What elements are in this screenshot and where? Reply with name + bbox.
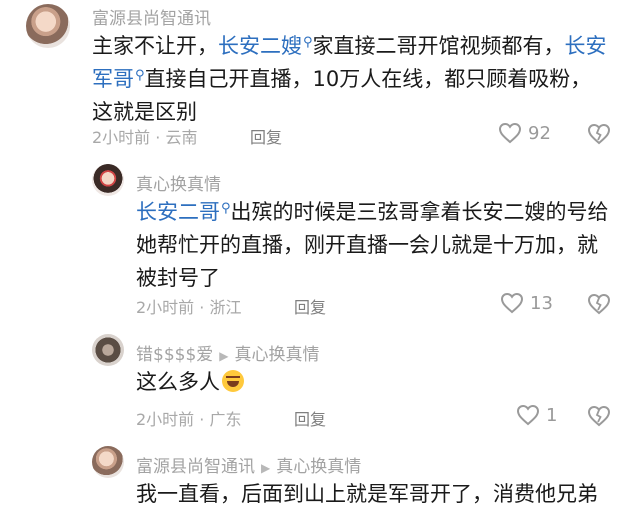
comment-author-line: 错$$$$爱 ▶ 真心换真情 bbox=[136, 340, 320, 365]
text-segment: 主家不让开， bbox=[92, 34, 218, 58]
avatar[interactable] bbox=[92, 164, 124, 196]
right-triangle-icon: ▶ bbox=[219, 349, 229, 363]
text-segment: 直接自己开直播，10万人在线，都只顾着吸粉，这就是区别 bbox=[92, 67, 592, 124]
comment-author-line: 富源县尚智通讯 ▶ 真心换真情 bbox=[136, 452, 361, 477]
reply-target[interactable]: 真心换真情 bbox=[276, 457, 361, 477]
avatar[interactable] bbox=[92, 446, 124, 478]
search-icon: ⚲ bbox=[303, 35, 313, 50]
search-icon: ⚲ bbox=[135, 68, 145, 83]
avatar[interactable] bbox=[92, 334, 124, 366]
broken-heart-icon[interactable] bbox=[587, 293, 611, 315]
heart-icon bbox=[500, 292, 524, 314]
hashtag-link[interactable]: 长安二哥⚲ bbox=[136, 200, 231, 224]
avatar[interactable] bbox=[26, 4, 70, 48]
right-triangle-icon: ▶ bbox=[261, 461, 271, 475]
comment-text: 我一直看，后面到山上就是军哥开了，消费他兄弟 bbox=[136, 482, 598, 506]
like-button[interactable]: 92 bbox=[498, 122, 551, 144]
broken-heart-icon[interactable] bbox=[587, 405, 611, 427]
like-button[interactable]: 1 bbox=[516, 404, 557, 426]
reply-target[interactable]: 真心换真情 bbox=[235, 345, 320, 365]
heart-icon bbox=[516, 404, 540, 426]
comment-author[interactable]: 错$$$$爱 bbox=[136, 345, 213, 365]
like-count: 1 bbox=[546, 404, 558, 426]
link-text: 长安二嫂 bbox=[218, 34, 302, 58]
comment-thread: 富源县尚智通讯 主家不让开，长安二嫂⚲家直接二哥开馆视频都有，长安军哥⚲直接自己… bbox=[0, 0, 636, 525]
reply-button[interactable]: 回复 bbox=[294, 406, 326, 430]
broken-heart-icon[interactable] bbox=[587, 123, 611, 145]
text-segment: 家直接二哥开馆视频都有， bbox=[312, 34, 565, 58]
hashtag-link[interactable]: 长安二嫂⚲ bbox=[218, 34, 313, 58]
comment-author[interactable]: 真心换真情 bbox=[136, 170, 221, 195]
comment-time-location: 2小时前 · 浙江 bbox=[136, 298, 242, 317]
comment-text: 主家不让开，长安二嫂⚲家直接二哥开馆视频都有，长安军哥⚲直接自己开直播，10万人… bbox=[92, 30, 612, 129]
reply-button[interactable]: 回复 bbox=[250, 124, 282, 148]
like-button[interactable]: 13 bbox=[500, 292, 553, 314]
heart-icon bbox=[498, 122, 522, 144]
like-count: 92 bbox=[528, 122, 551, 144]
comment-time-location: 2小时前 · 云南 bbox=[92, 128, 198, 147]
reply-button[interactable]: 回复 bbox=[294, 294, 326, 318]
comment-text: 这么多人 bbox=[136, 366, 616, 399]
comment-time-location: 2小时前 · 广东 bbox=[136, 410, 242, 429]
comment-author[interactable]: 富源县尚智通讯 bbox=[136, 457, 255, 477]
like-count: 13 bbox=[530, 292, 553, 314]
search-icon: ⚲ bbox=[221, 201, 231, 216]
link-text: 长安二哥 bbox=[136, 200, 220, 224]
comment-author[interactable]: 富源县尚智通讯 bbox=[92, 4, 211, 29]
comment-text: 长安二哥⚲出殡的时候是三弦哥拿着长安二嫂的号给她帮忙开的直播，刚开直播一会儿就是… bbox=[136, 196, 616, 295]
laughing-emoji-icon bbox=[222, 370, 244, 392]
text-segment: 这么多人 bbox=[136, 370, 220, 394]
